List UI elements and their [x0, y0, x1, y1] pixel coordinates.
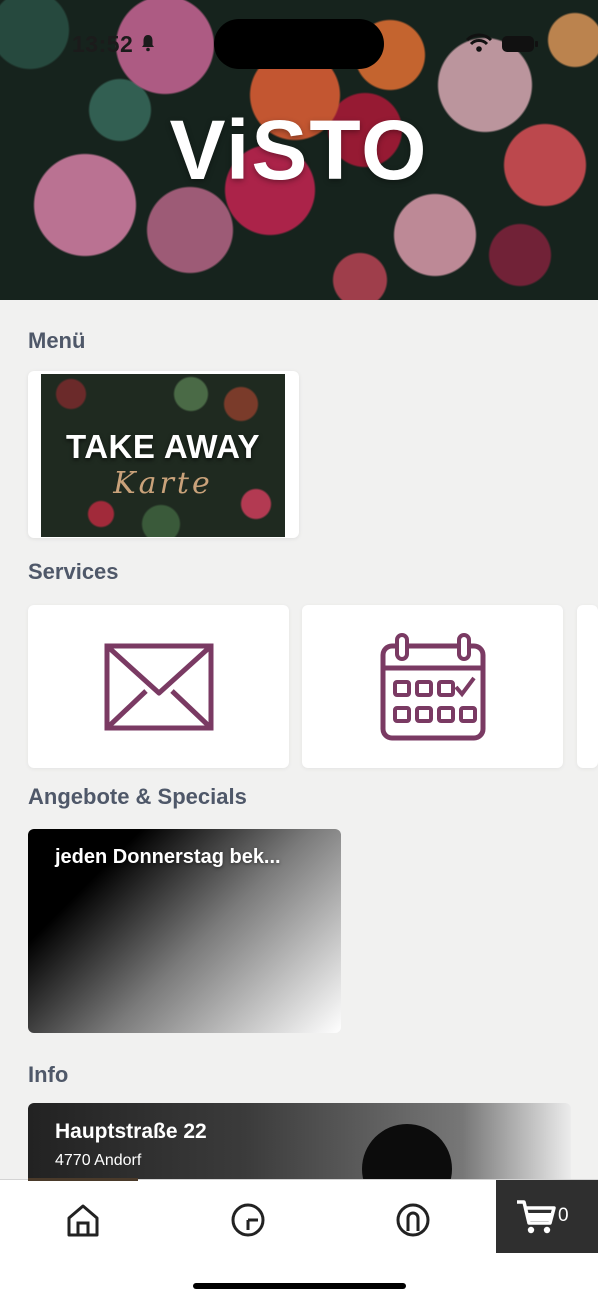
battery-icon — [502, 36, 538, 52]
tab-account[interactable] — [388, 1195, 438, 1245]
restaurant-logo: ViSTO — [169, 103, 429, 197]
service-card-contact[interactable] — [28, 605, 289, 768]
active-tab-indicator — [28, 1178, 138, 1181]
tab-home[interactable] — [58, 1195, 108, 1245]
tab-history[interactable] — [223, 1195, 273, 1245]
envelope-icon — [104, 643, 214, 731]
home-icon — [67, 1204, 99, 1237]
section-title-menu: Menü — [28, 328, 86, 353]
hero-banner: 13:52 ViSTO — [0, 0, 598, 300]
section-title-offers: Angebote & Specials — [28, 784, 247, 809]
cart-button[interactable]: 0 — [496, 1180, 598, 1253]
history-icon — [231, 1203, 265, 1237]
offer-card[interactable]: jeden Donnerstag bek... — [28, 829, 341, 1033]
menu-card-image: TAKE AWAY Karte — [41, 374, 285, 537]
calendar-icon — [380, 633, 486, 741]
section-title-info: Info — [28, 1062, 69, 1087]
menu-card-title: TAKE AWAY — [66, 428, 260, 465]
offer-card-text: jeden Donnerstag bek... — [55, 846, 281, 868]
account-icon — [396, 1203, 430, 1237]
menu-card-subtitle: Karte — [113, 466, 213, 501]
service-card-partial[interactable] — [577, 605, 598, 768]
cart-icon — [517, 1200, 556, 1234]
silent-bell-icon — [142, 35, 154, 52]
dynamic-island — [214, 19, 384, 69]
service-card-reservation[interactable] — [302, 605, 563, 768]
section-title-services: Services — [28, 559, 119, 584]
menu-card-takeaway[interactable]: TAKE AWAY Karte — [28, 371, 299, 538]
bottom-tab-bar: 0 — [0, 1178, 598, 1301]
status-time: 13:52 — [72, 31, 134, 57]
cart-count: 0 — [558, 1205, 569, 1226]
wifi-icon — [465, 33, 493, 52]
info-street: Hauptstraße 22 — [55, 1120, 207, 1143]
home-indicator — [193, 1283, 406, 1289]
info-city: 4770 Andorf — [55, 1152, 142, 1169]
